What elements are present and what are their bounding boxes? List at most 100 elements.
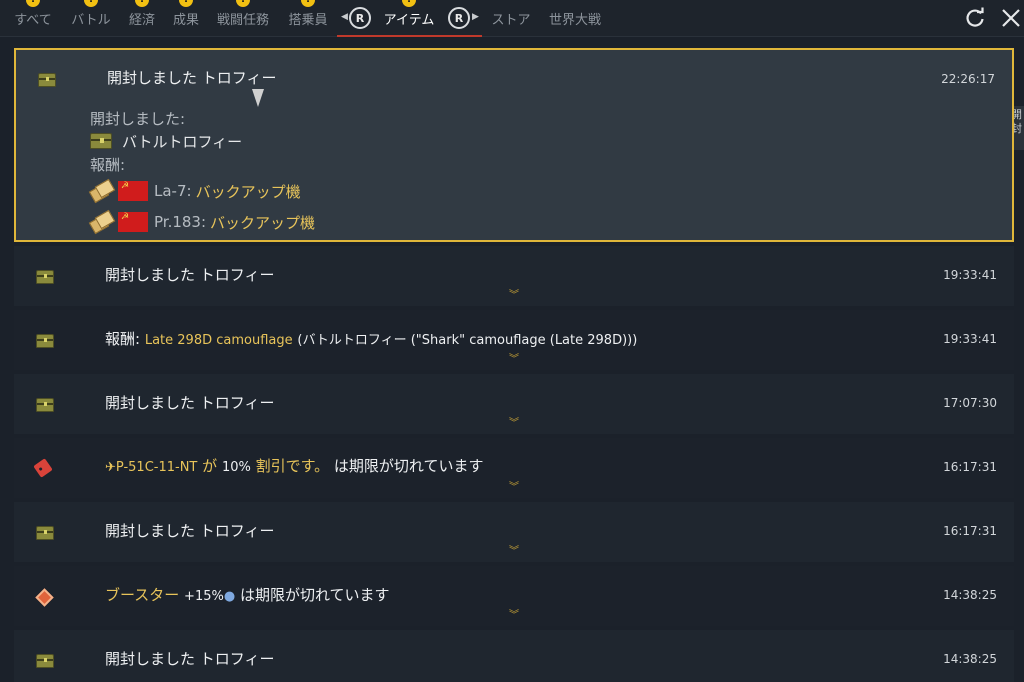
tab-label: 成果 <box>172 13 199 28</box>
tab-label: ストア <box>491 13 531 28</box>
chevron-right-icon: ▶ <box>472 12 479 22</box>
ussr-flag-icon <box>118 212 148 232</box>
expand-chevron-icon[interactable]: ︾ <box>509 414 519 429</box>
notification-headline: ブースター +15%● は期限が切れています <box>105 584 390 605</box>
notification-item[interactable]: 報酬: Late 298D camouflage (バトルトロフィー ("Sha… <box>14 310 1014 370</box>
tab-label: 搭乗員 <box>288 13 328 28</box>
tab-all[interactable]: ! すべて <box>4 0 62 37</box>
timestamp: 14:38:25 <box>943 588 997 602</box>
tab-items[interactable]: ! アイテム <box>376 0 442 37</box>
alert-badge: ! <box>26 0 40 7</box>
notification-item[interactable]: ブースター +15%● は期限が切れています 14:38:25 ︾ <box>14 566 1014 626</box>
alert-badge: ! <box>402 0 416 7</box>
aircraft-class-icon: ✈ <box>105 460 116 475</box>
reward-label: 報酬: <box>105 330 141 348</box>
tab-world-war[interactable]: 世界大戦 <box>542 0 608 37</box>
trophy-name: バトルトロフィー <box>122 132 243 151</box>
close-icon[interactable] <box>998 5 1024 31</box>
tab-battle[interactable]: ! バトル <box>62 0 120 37</box>
opened-trophy-row: バトルトロフィー <box>90 128 242 154</box>
r-button-label: R <box>355 11 365 25</box>
notification-headline: 開封しました トロフィー <box>105 650 275 668</box>
reward-detail: (バトルトロフィー ("Shark" camouflage (Late 298D… <box>297 333 638 348</box>
reward-row: La-7 : バックアップ機 <box>88 178 301 204</box>
booster-bonus: +15% <box>184 589 224 604</box>
tab-store[interactable]: ストア <box>484 0 538 37</box>
notification-item-expanded[interactable]: 開封しました トロフィー 22:26:17 開封しました: バトルトロフィー 報… <box>14 48 1014 242</box>
trophy-chest-icon <box>36 334 54 348</box>
reward-row: Pr.183 : バックアップ機 <box>88 209 316 235</box>
prev-tab-r-button[interactable]: R <box>349 7 371 29</box>
reward-item: Late 298D camouflage <box>144 333 293 348</box>
tab-achievements[interactable]: ! 成果 <box>164 0 208 37</box>
timestamp: 22:26:17 <box>941 72 995 86</box>
tab-label: アイテム <box>383 13 435 28</box>
alert-badge: ! <box>135 0 149 7</box>
tab-label: 経済 <box>128 13 155 28</box>
notification-headline: 報酬: Late 298D camouflage (バトルトロフィー ("Sha… <box>105 328 637 349</box>
refresh-icon[interactable] <box>962 5 988 31</box>
tab-crew[interactable]: ! 搭乗員 <box>280 0 336 37</box>
trophy-chest-icon <box>38 73 56 87</box>
alert-badge: ! <box>236 0 250 7</box>
discount-tag-icon <box>33 458 54 478</box>
trophy-chest-icon <box>36 526 54 540</box>
reward-separator: : <box>200 213 207 231</box>
expired-text: は期限が切れています <box>333 457 484 475</box>
booster-name: ブースター <box>105 586 180 604</box>
alert-badge: ! <box>84 0 98 7</box>
notification-headline: 開封しました トロフィー <box>105 394 275 412</box>
notification-item[interactable]: 開封しました トロフィー 19:33:41 ︾ <box>14 246 1014 306</box>
trophy-chest-icon <box>36 398 54 412</box>
tab-label: 世界大戦 <box>548 13 601 28</box>
alert-badge: ! <box>179 0 193 7</box>
notification-tab-bar: ! すべて ! バトル ! 経済 ! 成果 ! 戦闘任務 ! 搭乗員 ◀ R !… <box>0 0 1024 37</box>
active-tab-underline <box>337 35 482 37</box>
tab-label: 戦闘任務 <box>216 13 269 28</box>
notification-item[interactable]: 開封しました トロフィー 17:07:30 ︾ <box>14 374 1014 434</box>
timestamp: 17:07:30 <box>943 396 997 410</box>
notification-headline: 開封しました トロフィー <box>105 522 275 540</box>
timestamp: 16:17:31 <box>943 524 997 538</box>
chevron-left-icon: ◀ <box>341 12 348 22</box>
tab-battle-tasks[interactable]: ! 戦闘任務 <box>210 0 276 37</box>
notification-item[interactable]: 開封しました トロフィー 14:38:25 <box>14 630 1014 682</box>
timestamp: 16:17:31 <box>943 460 997 474</box>
expand-chevron-icon[interactable]: ︾ <box>509 478 519 493</box>
notification-headline: 開封しました トロフィー <box>105 266 275 284</box>
timestamp: 19:33:41 <box>943 268 997 282</box>
backup-ticket-icon <box>88 178 116 204</box>
discount-vehicle: P-51C-11-NT <box>115 460 198 475</box>
expand-chevron-icon[interactable]: ︾ <box>509 286 519 301</box>
discount-connector: が <box>202 457 218 475</box>
booster-icon <box>35 588 56 607</box>
trophy-chest-icon <box>36 654 54 668</box>
opened-label: 開封しました: <box>90 110 186 128</box>
r-button-label: R <box>454 11 464 25</box>
trophy-chest-icon <box>36 270 54 284</box>
expand-chevron-icon[interactable]: ︾ <box>509 542 519 557</box>
notification-item[interactable]: ✈P-51C-11-NT が 10% 割引です。 は期限が切れています 16:1… <box>14 438 1014 498</box>
mouse-cursor <box>252 89 264 107</box>
next-tab-r-button[interactable]: R <box>448 7 470 29</box>
tab-economy[interactable]: ! 経済 <box>120 0 164 37</box>
ussr-flag-icon <box>118 181 148 201</box>
notification-headline: ✈P-51C-11-NT が 10% 割引です。 は期限が切れています <box>105 455 483 476</box>
discount-label: 割引です。 <box>255 457 330 475</box>
expand-chevron-icon[interactable]: ︾ <box>509 350 519 365</box>
timestamp: 14:38:25 <box>943 652 997 666</box>
reward-vehicle: La-7 <box>154 182 187 200</box>
expand-chevron-icon[interactable]: ︾ <box>509 606 519 621</box>
notification-headline: 開封しました トロフィー <box>107 69 277 87</box>
timestamp: 19:33:41 <box>943 332 997 346</box>
backup-ticket-icon <box>88 209 116 235</box>
reward-vehicle: Pr.183 <box>154 213 201 231</box>
reward-separator: : <box>186 182 192 200</box>
reward-item: バックアップ機 <box>210 213 316 232</box>
research-bulb-icon: ● <box>223 589 236 604</box>
alert-badge: ! <box>301 0 315 7</box>
reward-item: バックアップ機 <box>195 182 301 201</box>
notification-item[interactable]: 開封しました トロフィー 16:17:31 ︾ <box>14 502 1014 562</box>
trophy-chest-icon <box>90 133 112 149</box>
expired-text: は期限が切れています <box>239 586 390 604</box>
